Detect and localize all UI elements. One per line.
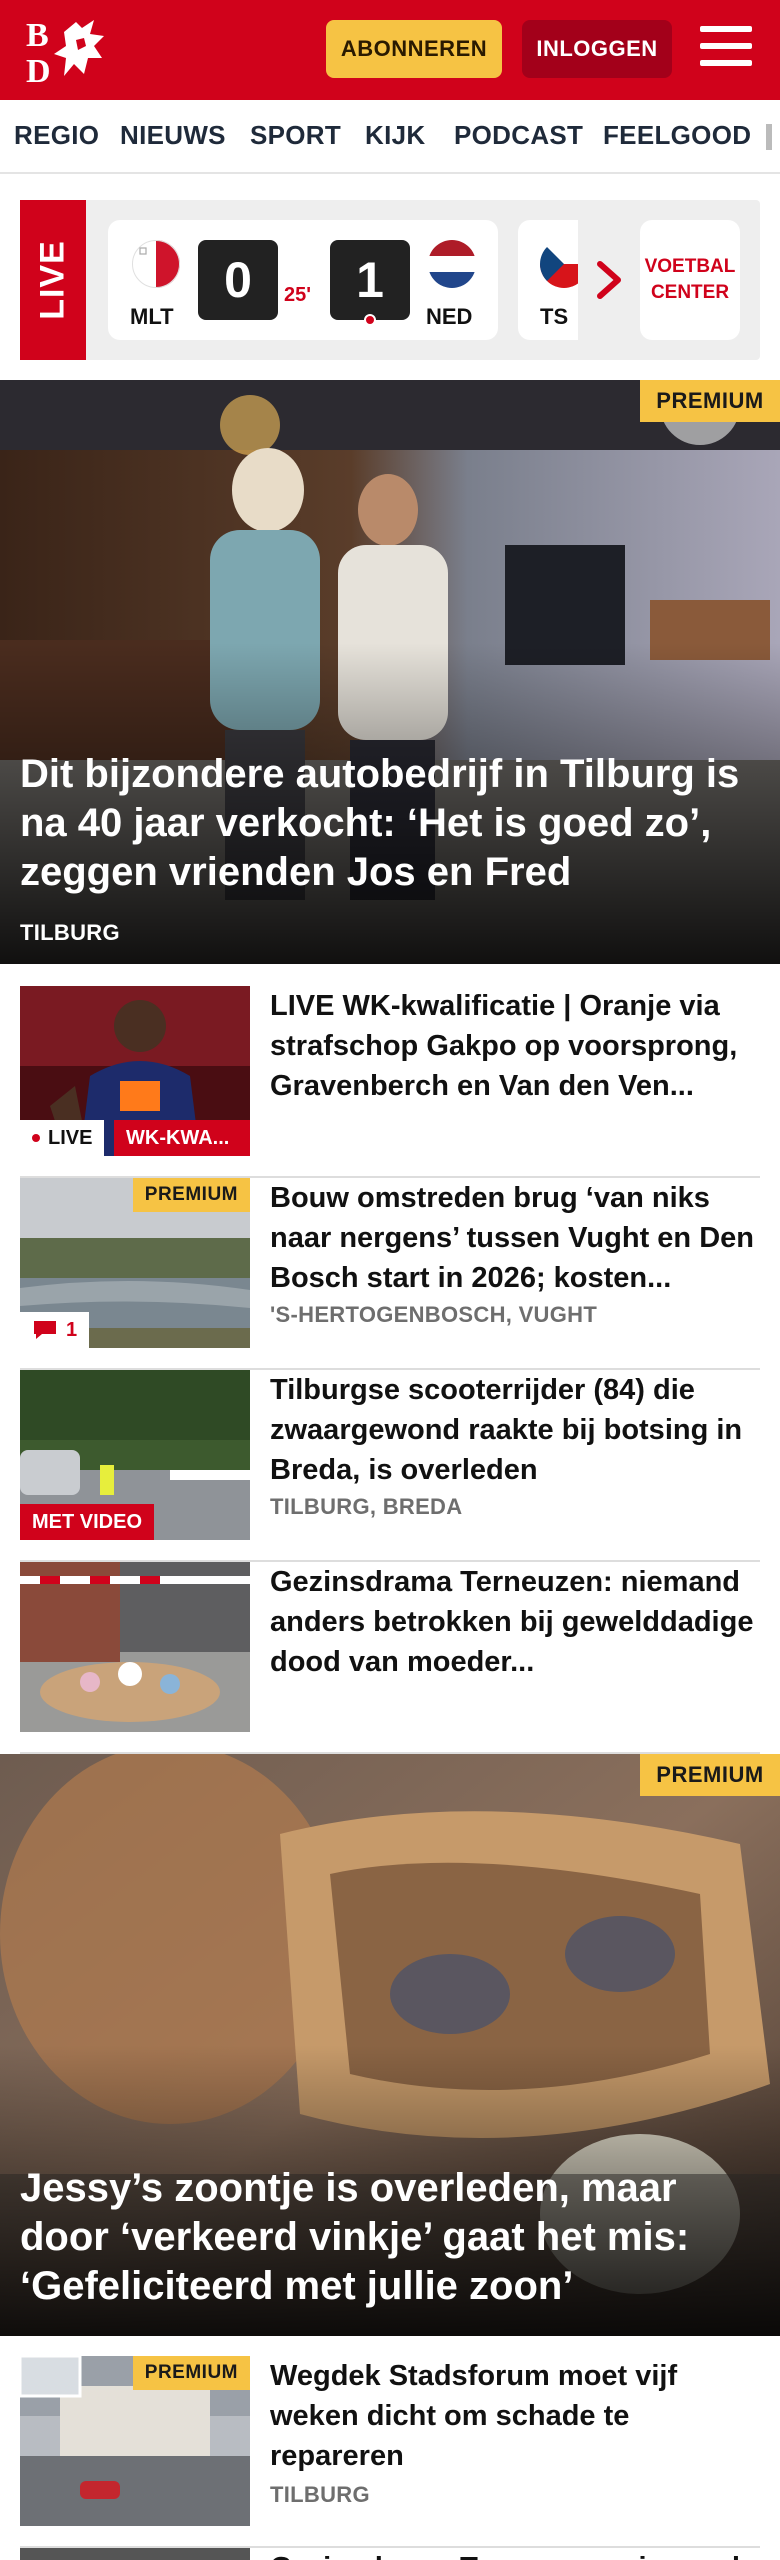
article-thumbnail: PREMIUM 1 — [20, 1178, 250, 1348]
live-tab[interactable]: LIVE — [20, 200, 86, 360]
article-title[interactable]: Bouw omstreden brug ‘van niks naar nerge… — [270, 1178, 760, 1298]
article-title[interactable]: Wegdek Stadsforum moet vijf weken dicht … — [270, 2356, 760, 2476]
live-dot-icon — [32, 1134, 40, 1142]
article-item-gezinsdrama[interactable]: Gezinsdrama Terneuzen: niemand anders be… — [20, 1562, 760, 1754]
premium-badge: PREMIUM — [132, 1178, 250, 1212]
hero-location: TILBURG — [20, 920, 120, 945]
chevron-right-icon[interactable] — [592, 258, 628, 302]
netherlands-flag-icon — [428, 240, 476, 288]
article-location: 'S-HERTOGENBOSCH, VUGHT — [270, 1302, 598, 1327]
nav-item-feelgood[interactable]: FEELGOOD — [603, 120, 751, 151]
category-tag: WK-KWA... — [114, 1120, 250, 1156]
article-location: TILBURG — [270, 2482, 370, 2507]
article-thumbnail — [20, 2548, 250, 2560]
article-thumbnail: PREMIUM — [20, 2356, 250, 2526]
article-title[interactable]: Gezinsdrama Terneuzen: niemand anders be… — [270, 1562, 760, 1682]
article-thumbnail: MET VIDEO — [20, 1370, 250, 1540]
live-tab-label: LIVE — [33, 240, 72, 320]
goal-indicator-dot — [364, 314, 376, 326]
menu-icon[interactable] — [700, 26, 752, 70]
nav-overflow-indicator — [766, 124, 772, 150]
premium-badge: PREMIUM — [132, 2356, 250, 2390]
premium-badge: PREMIUM — [640, 380, 780, 422]
match-minute: 25' — [284, 284, 312, 306]
live-label-text: LIVE — [48, 1126, 93, 1149]
premium-badge: PREMIUM — [640, 1754, 780, 1796]
away-team-code: NED — [426, 304, 473, 329]
voetbal-center-line1: VOETBAL — [644, 256, 736, 277]
voetbal-center-line2: CENTER — [650, 282, 730, 303]
site-header: B D ABONNEREN INLOGGEN — [0, 0, 780, 100]
svg-text:B: B — [26, 17, 49, 54]
article-item-stadsforum[interactable]: PREMIUM Wegdek Stadsforum moet vijf weke… — [20, 2356, 760, 2548]
article-item-wk-kwalificatie[interactable]: LIVE WK-KWA... LIVE WK-kwalificatie | Or… — [20, 986, 760, 1178]
live-score-widget: LIVE MLT 0 25' 1 NED TS VOETBAL CENTER — [20, 200, 760, 360]
comment-icon — [34, 1321, 56, 1339]
match-card[interactable]: MLT 0 25' 1 NED — [108, 220, 498, 340]
video-label: MET VIDEO — [20, 1504, 155, 1540]
czech-flag-icon — [540, 240, 578, 288]
login-button[interactable]: INLOGGEN — [522, 20, 672, 78]
article-item-brug-vught[interactable]: PREMIUM 1 Bouw omstreden brug ‘van niks … — [20, 1178, 760, 1370]
nav-item-kijk[interactable]: KIJK — [365, 120, 425, 151]
article-item-scooterrijder[interactable]: MET VIDEO Tilburgse scooterrijder (84) d… — [20, 1370, 760, 1562]
subscribe-button[interactable]: ABONNEREN — [326, 20, 502, 78]
article-title[interactable]: LIVE WK-kwalificatie | Oranje via strafs… — [270, 986, 760, 1106]
article-title[interactable]: Tilburgse scooterrijder (84) die zwaarge… — [270, 1370, 760, 1490]
bd-logo[interactable]: B D — [24, 14, 116, 86]
away-score: 1 — [330, 240, 410, 320]
article-title[interactable]: Gezinsdrama Terneuzen: niemand anders be… — [270, 2548, 760, 2560]
hero-article-autobedrijf[interactable]: PREMIUM Dit bijzondere autobedrijf in Ti… — [0, 380, 780, 964]
home-team-code: MLT — [130, 304, 174, 329]
nav-item-podcast[interactable]: PODCAST — [454, 120, 583, 151]
next-match-card[interactable]: TS — [518, 220, 578, 340]
article-item-partial[interactable]: Gezinsdrama Terneuzen: niemand anders be… — [20, 2548, 760, 2560]
hero-title[interactable]: Dit bijzondere autobedrijf in Tilburg is… — [20, 750, 760, 897]
svg-text:D: D — [26, 53, 51, 86]
voetbal-center-link[interactable]: VOETBAL CENTER — [640, 220, 740, 340]
article-thumbnail: LIVE WK-KWA... — [20, 986, 250, 1156]
nav-item-regio[interactable]: REGIO — [14, 120, 99, 151]
article-thumbnail — [20, 1562, 250, 1732]
home-score: 0 — [198, 240, 278, 320]
next-team-code: TS — [540, 304, 569, 329]
hero-title[interactable]: Jessy’s zoontje is overleden, maar door … — [20, 2164, 760, 2311]
category-nav: REGIO NIEUWS SPORT KIJK PODCAST FEELGOOD — [0, 100, 780, 174]
hero-article-jessy[interactable]: PREMIUM Jessy’s zoontje is overleden, ma… — [0, 1754, 780, 2336]
comment-count: 1 — [66, 1318, 78, 1341]
nav-item-sport[interactable]: SPORT — [250, 120, 341, 151]
live-label: LIVE — [20, 1120, 105, 1156]
malta-flag-icon — [132, 240, 180, 288]
nav-item-nieuws[interactable]: NIEUWS — [120, 120, 226, 151]
comment-count-label: 1 — [20, 1312, 90, 1348]
article-location: TILBURG, BREDA — [270, 1494, 463, 1519]
